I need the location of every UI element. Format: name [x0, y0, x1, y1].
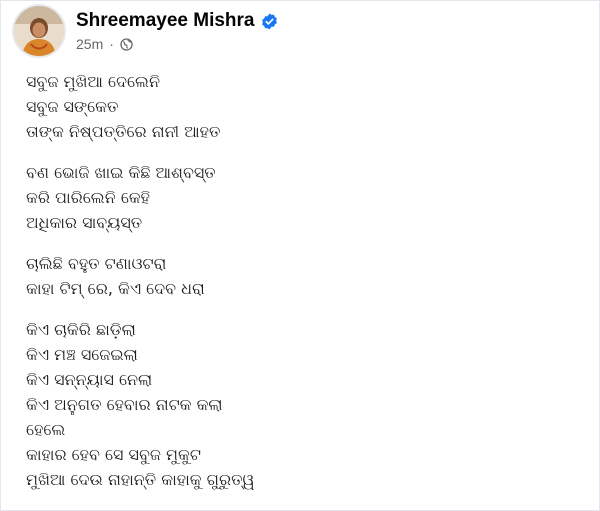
author-row: Shreemayee Mishra — [76, 10, 278, 32]
post-timestamp[interactable]: 25m — [76, 36, 103, 52]
stanza: ସବୁଜ ମୁଖିଆ ଦେଲେନି ସବୁଜ ସଙ୍କେତ ତାଙ୍କ ନିଷ୍… — [26, 69, 586, 144]
facebook-post-card: Shreemayee Mishra 25m · ସବୁଜ ମୁଖିଆ ଦେଲେନ… — [0, 0, 600, 511]
poem-line: କିଏ ମଞ୍ଚ ସଜେଇଲା — [26, 345, 138, 364]
meta-separator: · — [109, 36, 114, 52]
stanza: ଚାଲିଛି ବହୁତ ଟଣାଓଟରା କାହା ଟିମ୍ ରେ, କିଏ ଦେ… — [26, 251, 586, 301]
poem-line: ସବୁଜ ମୁଖିଆ ଦେଲେନି — [26, 72, 160, 91]
avatar-photo — [14, 6, 64, 56]
poem-line: ଅଧିକାର ସାବ୍ୟସ୍ତ — [26, 213, 143, 232]
post-header: Shreemayee Mishra 25m · — [12, 4, 278, 58]
globe-icon[interactable] — [120, 37, 133, 51]
poem-line: ସବୁଜ ସଙ୍କେତ — [26, 97, 119, 116]
post-body: ସବୁଜ ମୁଖିଆ ଦେଲେନି ସବୁଜ ସଙ୍କେତ ତାଙ୍କ ନିଷ୍… — [26, 69, 586, 492]
poem-line: କାହା ଟିମ୍ ରେ, କିଏ ଦେବ ଧରା — [26, 279, 205, 298]
post-subtitle: 25m · — [76, 36, 278, 52]
verified-badge-icon — [261, 13, 278, 30]
post-meta: Shreemayee Mishra 25m · — [76, 5, 278, 57]
avatar[interactable] — [12, 4, 66, 58]
poem-line: ଚାଲିଛି ବହୁତ ଟଣାଓଟରା — [26, 254, 167, 273]
poem-line: କିଏ ସନ୍ନ୍ୟାସ ନେଲା — [26, 370, 153, 389]
poem-line: ମୁଖିଆ ଦେଉ ନାହାନ୍ତି କାହାକୁ ଗୁରୁତ୍ୱ — [26, 470, 255, 489]
stanza: ବଣ ଭୋଜି ଖାଇ କିଛି ଆଶ୍ବସ୍ତ କରି ପାରିଲେନି କେ… — [26, 160, 586, 235]
poem-line: କିଏ ଅନୁଗତ ହେବାର ନାଟକ କଲା — [26, 395, 223, 414]
stanza: କିଏ ଚାକିରି ଛାଡ଼ିଲା କିଏ ମଞ୍ଚ ସଜେଇଲା କିଏ ସ… — [26, 317, 586, 492]
poem-line: କିଏ ଚାକିରି ଛାଡ଼ିଲା — [26, 320, 136, 339]
author-name[interactable]: Shreemayee Mishra — [76, 10, 255, 32]
poem-line: କରି ପାରିଲେନି କେହି — [26, 188, 150, 207]
poem-line: କାହାର ହେବ ସେ ସବୁଜ ମୁକୁଟ — [26, 445, 201, 464]
poem-line: ହେଲେ — [26, 420, 66, 439]
poem-line: ବଣ ଭୋଜି ଖାଇ କିଛି ଆଶ୍ବସ୍ତ — [26, 163, 216, 182]
poem-line: ତାଙ୍କ ନିଷ୍ପତ୍ତିରେ ନାନୀ ଆହତ — [26, 122, 221, 141]
